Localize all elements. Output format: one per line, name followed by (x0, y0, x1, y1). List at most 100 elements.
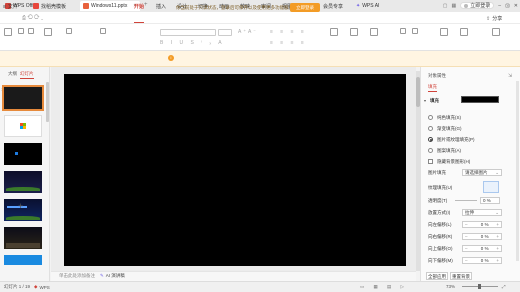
offset-left-stepper[interactable]: – 0 % + (462, 221, 502, 228)
offset-bottom-stepper[interactable]: – 0 % + (462, 257, 502, 264)
new-tab-icon[interactable]: + (144, 2, 148, 8)
status-bar (0, 281, 520, 292)
grid-icon[interactable]: ▦ (452, 3, 457, 9)
paragraph-icons[interactable]: ≡ ≡ ≡ ≡ (270, 29, 307, 35)
increment-icon[interactable]: + (496, 222, 499, 228)
transparency-slider[interactable] (455, 200, 477, 201)
offset-top-label: 向上偏移(O) (428, 246, 453, 251)
find-icon[interactable] (400, 28, 406, 34)
thumb-num-1: 1 (1, 87, 4, 92)
thumbnail-scrollbar[interactable] (46, 82, 49, 122)
text-box-icon[interactable] (330, 28, 338, 36)
share-icon: ⇪ (486, 15, 491, 22)
slide-thumbnail[interactable] (4, 255, 42, 265)
arrange-icon[interactable] (370, 28, 378, 36)
decrement-icon[interactable]: – (465, 246, 468, 251)
zoom-level: 73% (446, 284, 456, 289)
quick-access-icons[interactable]: ⎙ ⟲ ⟳ ⌄ (22, 15, 43, 21)
hide-bg-checkbox[interactable] (428, 159, 433, 164)
layout-icon[interactable]: ▢ (443, 3, 448, 9)
increment-icon[interactable]: + (496, 258, 499, 264)
decrement-icon[interactable]: – (465, 222, 468, 227)
menu-bar (0, 12, 520, 24)
menu-insert[interactable]: 插入 (156, 3, 166, 10)
copy-icon[interactable] (28, 28, 34, 34)
fill-color-swatch[interactable] (461, 96, 499, 103)
radio-pattern-fill[interactable] (428, 148, 433, 153)
tab-document-label: Windows11.pptx (91, 3, 128, 9)
align-icons[interactable]: ≡ ≡ ≡ ≡ (270, 40, 307, 46)
notes-placeholder[interactable]: 单击此处添加备注 (59, 273, 95, 279)
fit-window-icon[interactable]: ⤢ (502, 284, 506, 289)
share-button[interactable]: ⇪ 分享 (486, 15, 502, 23)
tab-slides[interactable]: 幻灯片 (20, 71, 34, 77)
offset-right-unit: % (484, 234, 489, 239)
slide-thumbnail[interactable] (4, 143, 42, 165)
zoom-slider-handle[interactable] (478, 284, 481, 289)
slide-thumbnail[interactable] (2, 85, 44, 111)
slideshow-icon[interactable] (460, 28, 468, 36)
notice-login-button[interactable]: 立即登录 (290, 3, 320, 12)
apply-all-button[interactable]: 全部应用 (426, 272, 448, 280)
close-window-icon[interactable]: ✕ (514, 3, 518, 9)
panel-pin-icon[interactable]: ⇲ (508, 73, 512, 79)
radio-gradient-fill[interactable] (428, 126, 433, 131)
paste-icon[interactable] (4, 28, 12, 36)
collapse-arrow-icon[interactable]: ▾ (424, 98, 426, 103)
decrement-icon[interactable]: – (465, 258, 468, 263)
text-format-icons[interactable]: B I U S ⁱ ₓ A (160, 40, 225, 46)
windows-logo-icon (20, 123, 26, 129)
picture-icon[interactable] (440, 28, 448, 36)
wps-brand-icon: ◆ (34, 284, 38, 289)
offset-right-label: 向右偏移(R) (428, 234, 453, 239)
login-button[interactable]: 立即登录 (460, 2, 495, 9)
panel-scrollbar[interactable] (516, 81, 519, 261)
file-menu[interactable]: ≡ 文件 (3, 3, 18, 11)
radio-picture-fill[interactable] (428, 137, 433, 142)
slide-canvas[interactable] (64, 74, 406, 266)
texture-picker[interactable] (483, 181, 499, 193)
transparency-input[interactable]: 0 % (480, 197, 500, 204)
tab-document[interactable]: Windows11.pptx × (80, 1, 140, 11)
offset-bottom-label: 向下偏移(M) (428, 258, 453, 263)
tab-fill[interactable]: 填充 (428, 84, 437, 92)
placement-label: 放置方式(I) (428, 210, 451, 215)
pattern-fill-label: 图案填充(A) (437, 148, 461, 153)
info-icon: i (168, 55, 174, 61)
slide-thumbnail[interactable] (4, 171, 42, 193)
replace-icon[interactable] (412, 28, 418, 34)
slide-thumbnail[interactable] (4, 115, 42, 137)
new-slide-icon[interactable] (44, 28, 52, 36)
notice-text: 你当前处于只读状态，登录后可保存以及使用更多功能服务。 (176, 5, 298, 10)
increment-icon[interactable]: + (496, 234, 499, 240)
add-slide-button[interactable]: + (18, 201, 23, 211)
picture-fill-select[interactable]: 请选择图片 ⌄ (462, 169, 502, 176)
offset-top-stepper[interactable]: – 0 % + (462, 245, 502, 252)
texture-label: 纹理填充(U) (428, 185, 453, 190)
more-icon[interactable] (492, 28, 500, 36)
menu-wps-ai[interactable]: ✦ WPS AI (356, 3, 379, 9)
tab-template[interactable]: 找稻壳模板 (30, 1, 69, 11)
offset-bottom-value: 0 (480, 258, 484, 263)
section-icon[interactable] (100, 28, 106, 34)
placement-select[interactable]: 拉伸 ⌄ (462, 209, 502, 216)
offset-right-stepper[interactable]: – 0 % + (462, 233, 502, 240)
decrement-icon[interactable]: – (465, 234, 468, 239)
font-family-select[interactable] (160, 29, 216, 36)
notice-close-icon[interactable]: × (506, 4, 510, 10)
tab-outline[interactable]: 大纲 (8, 71, 17, 77)
minimize-icon[interactable]: – (498, 3, 501, 9)
slide-thumbnail[interactable] (4, 227, 42, 249)
layout-select-icon[interactable] (66, 28, 72, 34)
radio-solid-fill[interactable] (428, 115, 433, 120)
menu-member[interactable]: 会员专享 (323, 3, 343, 10)
view-mode-icons[interactable]: ▭ ▦ ▤ ▷ (360, 284, 408, 290)
shapes-icon[interactable] (350, 28, 358, 36)
menu-home[interactable]: 开始 (134, 3, 144, 10)
reset-background-button[interactable]: 重置背景 (450, 272, 472, 280)
font-size-step-icons[interactable]: A⁺A⁻ (238, 29, 258, 35)
ai-speech-button[interactable]: ✎ AI 演讲稿 (100, 273, 125, 279)
cut-icon[interactable] (18, 28, 24, 34)
increment-icon[interactable]: + (496, 246, 499, 252)
font-size-select[interactable] (218, 29, 232, 36)
